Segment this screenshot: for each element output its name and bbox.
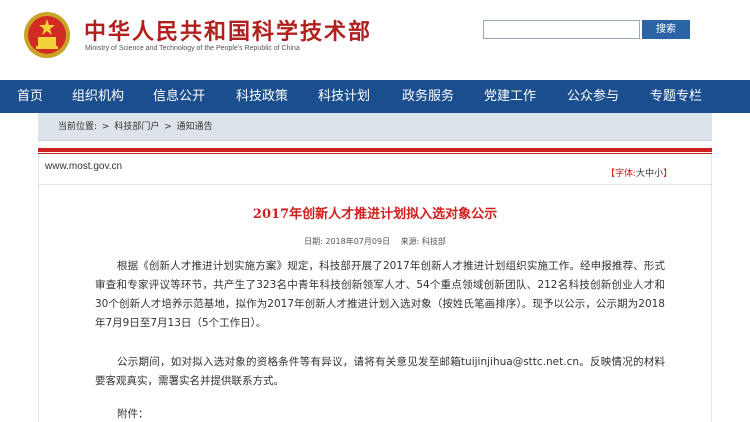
nav-item-services[interactable]: 政务服务 xyxy=(402,80,454,113)
red-divider xyxy=(38,148,712,152)
article-source: 来源: 科技部 xyxy=(400,237,446,246)
breadcrumb-portal[interactable]: 科技部门户 xyxy=(114,122,159,132)
nav-item-public[interactable]: 公众参与 xyxy=(567,80,619,113)
breadcrumb-notices[interactable]: 通知通告 xyxy=(177,122,213,132)
search-button[interactable]: 搜索 xyxy=(642,20,690,39)
article-date: 日期: 2018年07月09日 xyxy=(304,237,391,246)
site-subtitle: Ministry of Science and Technology of th… xyxy=(85,45,300,52)
nav-item-organization[interactable]: 组织机构 xyxy=(72,80,124,113)
nav-item-info-disclosure[interactable]: 信息公开 xyxy=(153,80,205,113)
font-size-big[interactable]: 大 xyxy=(636,169,645,179)
search-input[interactable] xyxy=(483,20,640,39)
attachment-label: 附件： xyxy=(117,408,149,420)
breadcrumb: 当前位置: > 科技部门户 > 通知通告 xyxy=(38,113,712,141)
font-size-small[interactable]: 小 xyxy=(654,169,663,179)
font-size-label: 【字体: xyxy=(606,169,637,179)
breadcrumb-prefix: 当前位置: xyxy=(58,122,98,132)
article-meta: 日期: 2018年07月09日 来源: 科技部 xyxy=(0,236,750,247)
breadcrumb-separator: > xyxy=(101,122,110,132)
site-title[interactable]: 中华人民共和国科学技术部 xyxy=(84,14,372,46)
site-url: www.most.gov.cn xyxy=(45,161,123,172)
header-divider xyxy=(38,184,712,185)
nav-item-policy[interactable]: 科技政策 xyxy=(236,80,288,113)
article-paragraph-1: 根据《创新人才推进计划实施方案》规定，科技部开展了2017年创新人才推进计划组织… xyxy=(95,260,665,329)
article-title: 2017年创新人才推进计划拟入选对象公示 xyxy=(252,207,498,222)
font-size-close: 】 xyxy=(663,169,673,179)
article-paragraph-2: 公示期间，如对拟入选对象的资格条件等有异议，请将有关意见发至邮箱tuijinji… xyxy=(95,356,665,387)
font-size-medium[interactable]: 中 xyxy=(645,169,654,179)
site-header: 中华人民共和国科学技术部 Ministry of Science and Tec… xyxy=(0,0,750,80)
nav-item-special[interactable]: 专题专栏 xyxy=(650,80,702,113)
font-size-switcher: 【字体:大中小】 xyxy=(606,166,672,179)
nav-item-party[interactable]: 党建工作 xyxy=(484,80,536,113)
national-emblem-icon xyxy=(24,12,70,58)
breadcrumb-separator: > xyxy=(164,122,172,132)
red-divider-thin xyxy=(38,153,712,154)
nav-item-home[interactable]: 首页 xyxy=(17,80,43,113)
main-nav: 首页 组织机构 信息公开 科技政策 科技计划 政务服务 党建工作 公众参与 专题… xyxy=(0,80,750,113)
nav-item-programs[interactable]: 科技计划 xyxy=(318,80,370,113)
